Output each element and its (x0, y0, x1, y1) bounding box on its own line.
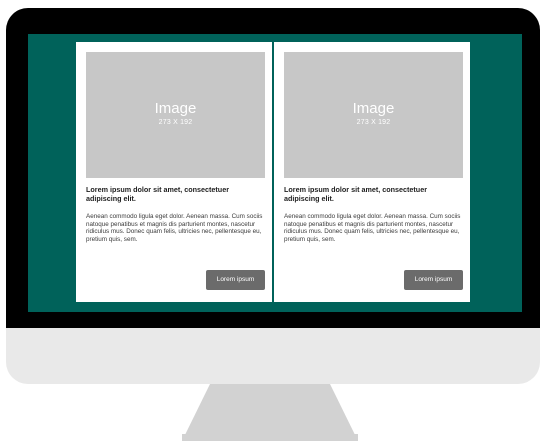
monitor-stand-neck (210, 384, 330, 434)
content-card-1: Image 273 X 192 Lorem ipsum dolor sit am… (76, 42, 272, 302)
image-placeholder: Image 273 X 192 (284, 52, 463, 178)
card-title: Lorem ipsum dolor sit amet, consectetuer… (86, 185, 229, 203)
image-placeholder-dimensions: 273 X 192 (158, 119, 193, 126)
image-placeholder-label: Image (352, 100, 395, 117)
monitor-stand-right (330, 384, 358, 441)
monitor-chin (6, 328, 540, 384)
image-placeholder-dimensions: 273 X 192 (356, 119, 391, 126)
card-body-text: Aenean commodo ligula eget dolor. Aenean… (284, 213, 461, 243)
monitor-stand-left (182, 384, 210, 441)
card-body-text: Aenean commodo ligula eget dolor. Aenean… (86, 213, 263, 243)
monitor-stand-base (182, 434, 358, 441)
image-placeholder-label: Image (154, 100, 197, 117)
monitor-mockup: Image 273 X 192 Lorem ipsum dolor sit am… (0, 0, 540, 441)
content-card-2: Image 273 X 192 Lorem ipsum dolor sit am… (274, 42, 470, 302)
card-action-button[interactable]: Lorem ipsum (206, 270, 265, 290)
image-placeholder: Image 273 X 192 (86, 52, 265, 178)
card-action-button[interactable]: Lorem ipsum (404, 270, 463, 290)
card-title: Lorem ipsum dolor sit amet, consectetuer… (284, 185, 427, 203)
